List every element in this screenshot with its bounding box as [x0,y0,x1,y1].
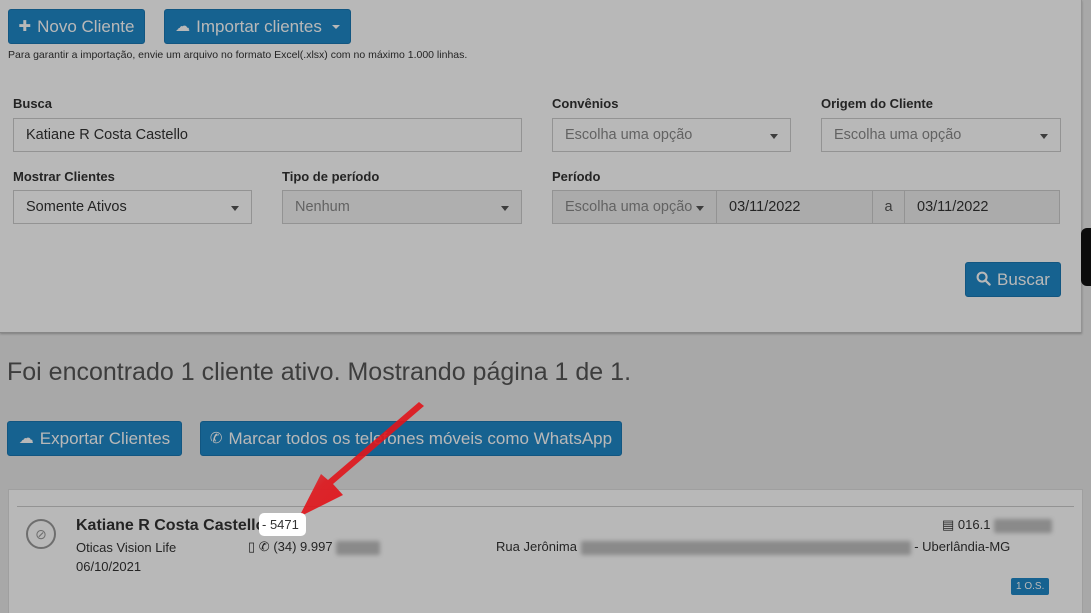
filter-panel: ✚ Novo Cliente ☁ Importar clientes Para … [0,0,1082,333]
whatsapp-icon: ✆ [258,539,270,554]
mostrar-label: Mostrar Clientes [13,169,115,184]
new-client-label: Novo Cliente [37,17,135,36]
cloud-upload-icon: ☁ [175,18,191,35]
busca-label: Busca [13,96,53,111]
redacted-phone [336,540,381,555]
convenios-label: Convênios [552,96,619,111]
client-phone-number: (34) 9.997 [273,539,333,554]
whatsapp-icon: ✆ [209,430,223,447]
client-address: Rua Jerônima - Uberlândia-MG [496,539,1010,555]
periodo-select[interactable]: Escolha uma opção [552,190,717,224]
client-company: Oticas Vision Life [76,540,177,555]
origem-label: Origem do Cliente [821,96,933,111]
busca-input[interactable]: Katiane R Costa Castello [13,118,522,152]
client-date: 06/10/2021 [76,559,142,574]
side-widget-tab[interactable] [1081,228,1091,286]
tipo-periodo-select[interactable]: Nenhum [282,190,522,224]
periodo-separator: a [872,190,905,224]
redacted-document [994,518,1053,533]
mark-whatsapp-button[interactable]: ✆ Marcar todos os telefones móveis como … [200,421,622,456]
export-clients-label: Exportar Clientes [39,429,171,448]
import-help-text: Para garantir a importação, envie um arq… [8,49,468,61]
tipo-periodo-label: Tipo de período [282,169,380,184]
search-icon [976,271,991,289]
card-divider [17,506,1074,507]
mostrar-select[interactable]: Somente Ativos [13,190,252,224]
client-phone: ▯ ✆ (34) 9.997 [248,539,381,555]
id-card-icon: ▤ [942,517,955,532]
results-summary: Foi encontrado 1 cliente ativo. Mostrand… [7,358,632,386]
mobile-phone-icon: ▯ [248,539,256,554]
client-document-number: 016.1 [957,517,991,532]
client-card[interactable]: ⊘ Katiane R Costa Castello Oticas Vision… [8,489,1083,613]
periodo-to-input[interactable]: 03/11/2022 [904,190,1060,224]
mark-whatsapp-label: Marcar todos os telefones móveis como Wh… [228,429,613,448]
chevron-down-icon [331,24,340,29]
client-city: - Uberlândia-MG [914,539,1011,554]
redacted-address [580,540,911,555]
new-client-button[interactable]: ✚ Novo Cliente [8,9,145,44]
search-button[interactable]: Buscar [965,262,1061,297]
client-document: ▤ 016.1 [942,517,1053,533]
search-button-label: Buscar [997,270,1050,289]
client-name[interactable]: Katiane R Costa Castello [76,517,265,535]
import-clients-button[interactable]: ☁ Importar clientes [164,9,351,44]
plus-icon: ✚ [18,18,32,35]
periodo-from-input[interactable]: 03/11/2022 [716,190,873,224]
export-clients-button[interactable]: ☁ Exportar Clientes [7,421,182,456]
os-count-badge[interactable]: 1 O.S. [1011,578,1050,595]
cloud-download-icon: ☁ [18,430,34,447]
client-address-start: Rua Jerônima [496,539,577,554]
origem-select[interactable]: Escolha uma opção [821,118,1061,152]
convenios-select[interactable]: Escolha uma opção [552,118,791,152]
periodo-label: Período [552,169,601,184]
camera-icon: ⊘ [26,519,56,549]
import-clients-label: Importar clientes [196,17,322,36]
